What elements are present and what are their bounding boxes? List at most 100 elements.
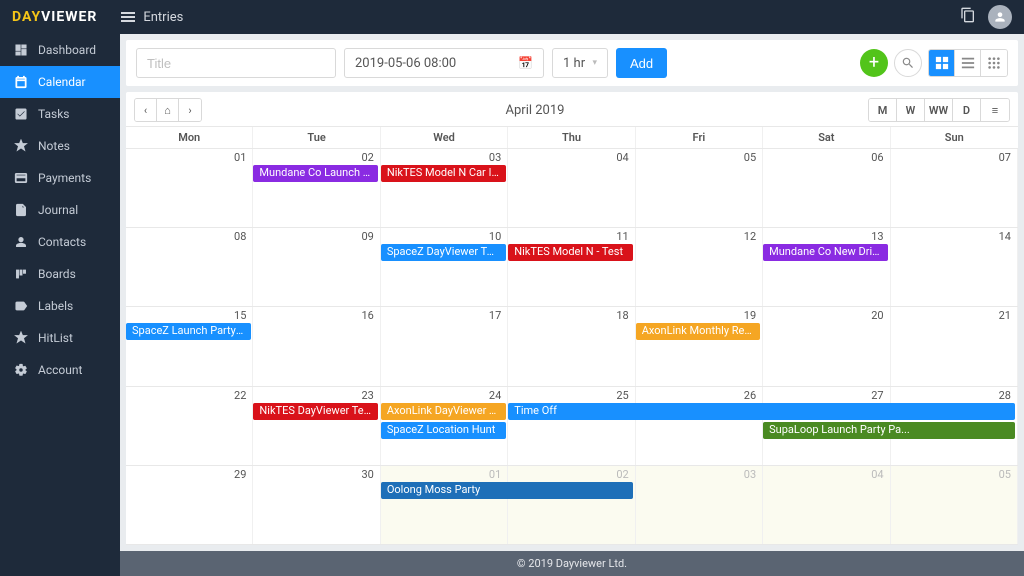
- date-input[interactable]: 2019-05-06 08:00 📅: [344, 48, 544, 78]
- view-≡-button[interactable]: ≡: [981, 99, 1009, 121]
- notes-icon: [14, 139, 28, 153]
- event[interactable]: NikTES Model N - Test: [508, 244, 633, 261]
- sidebar-item-tasks[interactable]: Tasks: [0, 98, 120, 130]
- event[interactable]: Oolong Moss Party: [381, 482, 633, 499]
- sidebar-item-label: Calendar: [38, 75, 86, 89]
- event[interactable]: SpaceZ DayViewer Team Ro...: [381, 244, 506, 261]
- account-icon: [14, 363, 28, 377]
- topbar: DAYVIEWER Entries: [0, 0, 1024, 34]
- sidebar-item-label: HitList: [38, 331, 73, 345]
- event[interactable]: SupaLoop Launch Party Pa...: [763, 422, 1015, 439]
- toolbar: 2019-05-06 08:00 📅 1 hr ▾ Add +: [126, 40, 1018, 86]
- dow-cell: Wed: [381, 127, 508, 148]
- sidebar-item-label: Contacts: [38, 235, 86, 249]
- hamburger-icon: [121, 12, 135, 22]
- week-row: 15161718192021SpaceZ Launch Party Paym..…: [126, 307, 1018, 386]
- week-row: 01020304050607Mundane Co Launch Party ..…: [126, 149, 1018, 228]
- copy-icon[interactable]: [960, 7, 976, 27]
- dow-row: MonTueWedThuFriSatSun: [126, 126, 1018, 149]
- events-layer: SpaceZ DayViewer Team Ro...NikTES Model …: [126, 228, 1018, 306]
- sidebar-item-boards[interactable]: Boards: [0, 258, 120, 290]
- layout-list-button[interactable]: [955, 50, 981, 76]
- footer: © 2019 Dayviewer Ltd.: [120, 551, 1024, 576]
- dow-cell: Sun: [891, 127, 1018, 148]
- event[interactable]: Mundane Co New Drill Bit: [763, 244, 888, 261]
- event[interactable]: SpaceZ Launch Party Paym...: [126, 323, 251, 340]
- sidebar: Dashboard Calendar Tasks Notes Payments Journ…: [0, 34, 120, 576]
- week-row: 22232425262728NikTES DayViewer Team Room…: [126, 387, 1018, 466]
- entries-label: Entries: [143, 10, 183, 25]
- event[interactable]: Mundane Co Launch Party ...: [253, 165, 378, 182]
- layout-grid-button[interactable]: [929, 50, 955, 76]
- sidebar-item-account[interactable]: Account: [0, 354, 120, 386]
- dow-cell: Thu: [508, 127, 635, 148]
- view-range-group: MWWWD≡: [868, 98, 1010, 122]
- sidebar-item-dashboard[interactable]: Dashboard: [0, 34, 120, 66]
- next-button[interactable]: ›: [179, 99, 201, 121]
- prev-button[interactable]: ‹: [135, 99, 157, 121]
- boards-icon: [14, 267, 28, 281]
- duration-select[interactable]: 1 hr ▾: [552, 48, 608, 78]
- sidebar-item-label: Payments: [38, 171, 91, 185]
- payments-icon: [14, 171, 28, 185]
- week-row: 29300102030405Oolong Moss Party: [126, 466, 1018, 545]
- nav-group: ‹ ⌂ ›: [134, 98, 202, 122]
- add-circle-button[interactable]: +: [860, 49, 888, 77]
- dow-cell: Mon: [126, 127, 253, 148]
- dow-cell: Sat: [763, 127, 890, 148]
- today-button[interactable]: ⌂: [157, 99, 179, 121]
- layout-view-group: [928, 49, 1008, 77]
- logo[interactable]: DAYVIEWER: [12, 9, 97, 25]
- sidebar-item-hitlist[interactable]: HitList: [0, 322, 120, 354]
- date-value: 2019-05-06 08:00: [355, 56, 456, 71]
- view-ww-button[interactable]: WW: [925, 99, 953, 121]
- chevron-down-icon: ▾: [592, 58, 597, 68]
- contacts-icon: [14, 235, 28, 249]
- event[interactable]: NikTES DayViewer Team Room: [253, 403, 378, 420]
- main: 2019-05-06 08:00 📅 1 hr ▾ Add +: [120, 34, 1024, 576]
- events-layer: Mundane Co Launch Party ...NikTES Model …: [126, 149, 1018, 227]
- sidebar-item-journal[interactable]: Journal: [0, 194, 120, 226]
- journal-icon: [14, 203, 28, 217]
- events-layer: NikTES DayViewer Team RoomAxonLink DayVi…: [126, 387, 1018, 465]
- calendar-grid: 01020304050607Mundane Co Launch Party ..…: [126, 149, 1018, 545]
- sidebar-item-calendar[interactable]: Calendar: [0, 66, 120, 98]
- calendar: ‹ ⌂ › April 2019 MWWWD≡ MonTueWedThuFriS…: [126, 92, 1018, 545]
- sidebar-item-label: Boards: [38, 267, 76, 281]
- search-button[interactable]: [894, 49, 922, 77]
- labels-icon: [14, 299, 28, 313]
- sidebar-item-label: Labels: [38, 299, 73, 313]
- sidebar-item-label: Account: [38, 363, 82, 377]
- title-input[interactable]: [136, 48, 336, 78]
- avatar[interactable]: [988, 5, 1012, 29]
- event[interactable]: NikTES Model N Car Ideas: [381, 165, 506, 182]
- dow-cell: Fri: [636, 127, 763, 148]
- layout-dots-button[interactable]: [981, 50, 1007, 76]
- entries-menu[interactable]: Entries: [121, 10, 183, 25]
- view-w-button[interactable]: W: [897, 99, 925, 121]
- event[interactable]: AxonLink Monthly Report: [636, 323, 761, 340]
- event[interactable]: AxonLink DayViewer Team ...: [381, 403, 506, 420]
- logo-day: DAY: [12, 9, 41, 25]
- event[interactable]: Time Off: [508, 403, 1015, 420]
- sidebar-item-label: Notes: [38, 139, 70, 153]
- sidebar-item-label: Tasks: [38, 107, 70, 121]
- sidebar-item-contacts[interactable]: Contacts: [0, 226, 120, 258]
- footer-text: © 2019 Dayviewer Ltd.: [517, 557, 627, 570]
- sidebar-item-payments[interactable]: Payments: [0, 162, 120, 194]
- sidebar-item-labels[interactable]: Labels: [0, 290, 120, 322]
- view-d-button[interactable]: D: [953, 99, 981, 121]
- week-row: 08091011121314SpaceZ DayViewer Team Ro..…: [126, 228, 1018, 307]
- calendar-icon: 📅: [518, 56, 533, 70]
- sidebar-item-label: Journal: [38, 203, 78, 217]
- logo-viewer: VIEWER: [41, 9, 97, 25]
- calendar-icon: [14, 75, 28, 89]
- dashboard-icon: [14, 43, 28, 57]
- event[interactable]: SpaceZ Location Hunt: [381, 422, 506, 439]
- duration-value: 1 hr: [563, 56, 585, 71]
- events-layer: SpaceZ Launch Party Paym... AxonLink Mont…: [126, 307, 1018, 385]
- events-layer: Oolong Moss Party: [126, 466, 1018, 544]
- add-button[interactable]: Add: [616, 48, 667, 78]
- view-m-button[interactable]: M: [869, 99, 897, 121]
- sidebar-item-notes[interactable]: Notes: [0, 130, 120, 162]
